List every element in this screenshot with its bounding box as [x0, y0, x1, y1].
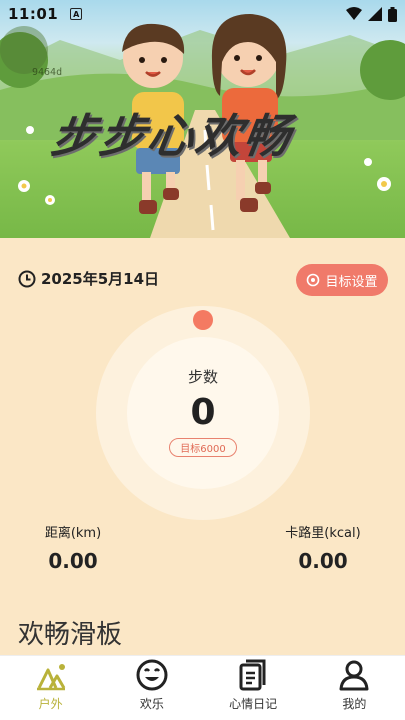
- watermark-code: 9464d: [32, 67, 63, 78]
- hero-title: 步步心欢畅: [47, 109, 296, 163]
- wifi-icon: [346, 7, 362, 20]
- tab-diary-label: 心情日记: [229, 697, 278, 711]
- clock-icon: [18, 270, 36, 287]
- steps-value: 0: [190, 392, 216, 433]
- goal-settings-button[interactable]: 目标设置: [296, 264, 388, 296]
- distance-label: 距离(km): [44, 526, 102, 541]
- tab-joy-label: 欢乐: [139, 697, 164, 711]
- distance-metric: 距离(km) 0.00: [28, 522, 118, 573]
- tab-outdoor-label: 户外: [38, 697, 63, 711]
- diary-icon: [239, 659, 266, 691]
- calories-label: 卡路里(kcal): [285, 526, 361, 541]
- target-icon: [307, 273, 320, 287]
- hero-banner: 11:01 A 9464d 步步心欢畅: [0, 0, 405, 238]
- goal-settings-label: 目标设置: [325, 273, 378, 289]
- section-title: 欢畅滑板: [18, 620, 123, 650]
- distance-value: 0.00: [48, 549, 98, 573]
- tab-joy[interactable]: 欢乐: [101, 656, 202, 720]
- outdoor-icon: [36, 664, 65, 691]
- tab-diary[interactable]: 心情日记: [203, 656, 304, 720]
- tab-mine[interactable]: 我的: [304, 656, 405, 720]
- smile-icon: [136, 659, 168, 691]
- status-icons: [346, 6, 397, 22]
- date-text: 2025年5月14日: [41, 270, 160, 288]
- tab-mine-label: 我的: [342, 697, 367, 711]
- status-bar: 11:01 A: [0, 0, 405, 28]
- signal-icon: [368, 7, 382, 21]
- status-time: 11:01: [8, 5, 59, 23]
- steps-target-badge: 目标6000: [169, 438, 237, 457]
- bottom-tab-bar: 户外 欢乐 心情日记 我的: [0, 655, 405, 720]
- calories-value: 0.00: [298, 549, 348, 573]
- tab-outdoor[interactable]: 户外: [0, 656, 101, 720]
- progress-indicator: [193, 310, 213, 330]
- steps-label: 步数: [187, 368, 218, 386]
- user-icon: [339, 660, 369, 691]
- battery-icon: [388, 6, 397, 22]
- mode-indicator: A: [70, 8, 83, 20]
- date-row: 2025年5月14日: [18, 268, 159, 289]
- steps-ring: 步数 0 目标6000: [96, 306, 310, 520]
- calories-metric: 卡路里(kcal) 0.00: [278, 522, 368, 573]
